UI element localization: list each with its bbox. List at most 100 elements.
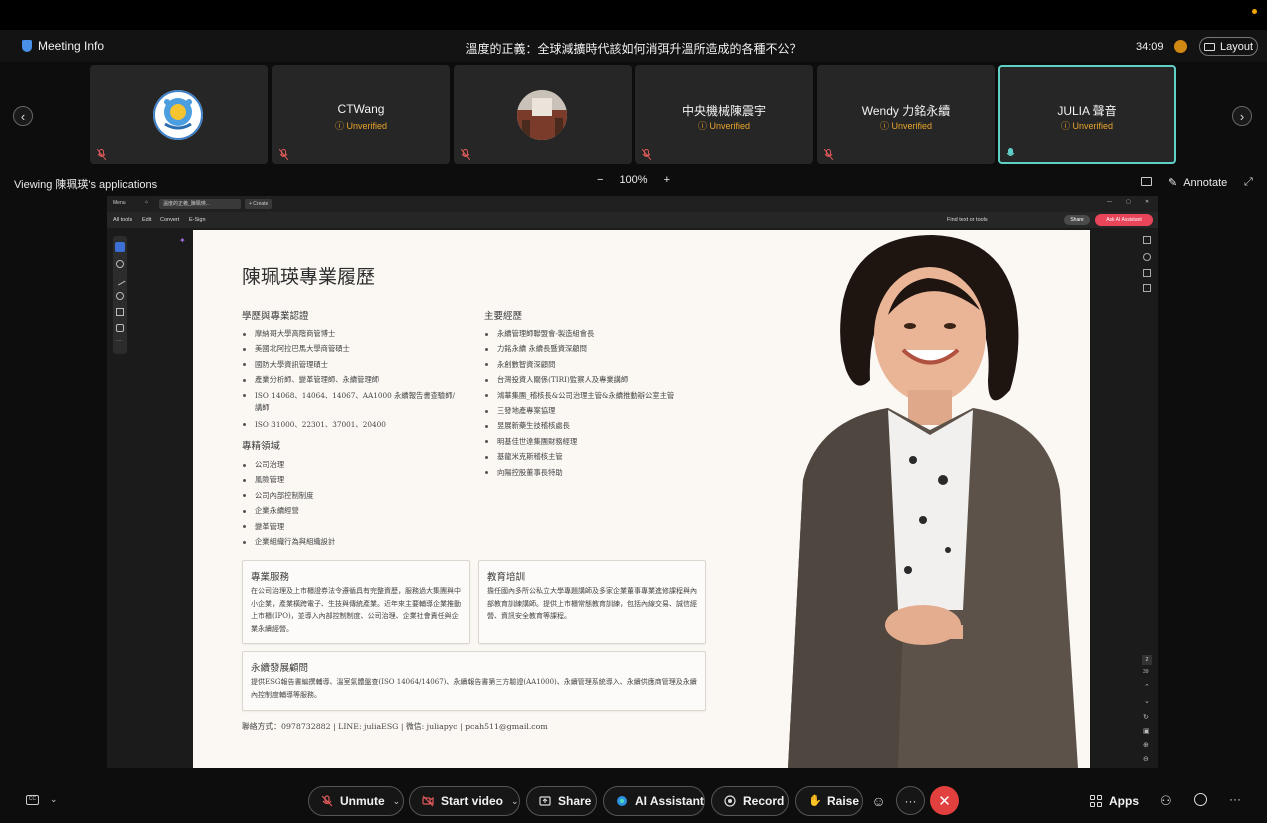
connection-status-icon[interactable] [1174,40,1187,53]
pages-panel-icon[interactable] [1143,284,1151,292]
mic-muted-icon [824,149,833,160]
list-item: 鴻華集團_稽核長&公司治理主管&永續推動辦公室主管 [484,388,714,403]
acrobat-tool-rail: ··· [113,236,127,354]
annotate-button[interactable]: ✎ Annotate [1168,176,1227,190]
create-button[interactable]: + Create [245,199,273,209]
menu-all-tools[interactable]: All tools [113,217,132,223]
more-options-button[interactable]: ··· [896,786,925,815]
home-icon[interactable]: ⌂ [145,199,148,205]
captions-chevron-icon[interactable]: ⌄ [50,794,58,805]
share-screen-icon [539,796,551,806]
menu-e-sign[interactable]: E-Sign [189,217,206,223]
window-maximize-icon[interactable]: ▢ [1126,199,1131,205]
list-item: 永創數智資深顧問 [484,357,714,372]
raise-hand-button[interactable]: ✋ Raise [795,786,863,816]
acrobat-tab-bar: Menu ⌂ 溫度的正義_陳珮瑛... + Create — ▢ ✕ [107,196,1158,212]
lasso-tool-icon[interactable] [116,292,124,300]
pen-tool-icon[interactable] [114,274,126,286]
list-item: 產業分析師、變革管理師、永續管理師 [242,372,472,387]
document-tab[interactable]: 溫度的正義_陳珮瑛... [159,199,241,209]
participant-tile[interactable] [90,65,268,164]
chevron-down-icon[interactable]: ⌄ [393,796,401,807]
participant-tile[interactable]: Wendy 力銘永續 ⓘ Unverified [817,65,995,164]
search-panel-icon[interactable] [1143,253,1151,261]
zoom-out-icon[interactable]: ⊖ [1143,755,1149,763]
page-up-icon[interactable]: ⌃ [1144,683,1150,691]
record-button[interactable]: Record [711,786,789,816]
fit-page-icon[interactable]: ▣ [1143,727,1150,735]
refresh-icon[interactable]: ↻ [1143,713,1149,721]
hand-icon: ✋ [808,795,822,807]
participant-logo-avatar [153,90,203,140]
ai-assistant-button[interactable]: AI Assistant [603,786,705,816]
ask-ai-assistant-button[interactable]: Ask AI Assistant [1095,214,1153,226]
zoom-in-button[interactable]: + [664,174,670,186]
text-tool-icon[interactable] [116,308,124,316]
page-number[interactable]: 2 [1142,655,1152,665]
zoom-out-button[interactable]: − [597,174,603,186]
reactions-icon[interactable]: ☺ [866,786,891,815]
unverified-label: Unverified [1072,121,1114,131]
education-heading: 學歷與專業認證 [242,311,309,322]
shared-screen: Menu ⌂ 溫度的正義_陳珮瑛... + Create — ▢ ✕ All t… [107,196,1158,768]
stamp-tool-icon[interactable] [116,324,124,332]
ai-assistant-label: AI Assistant [635,794,704,808]
shared-screen-options-icon[interactable] [1141,177,1152,186]
zoom-control: − 100% + [597,174,670,186]
unmute-button[interactable]: Unmute ⌄ [308,786,404,816]
list-item: 明基佳世達集團財務經理 [484,434,714,449]
participant-tile[interactable]: 中央機械陳震宇 ⓘ Unverified [635,65,813,164]
chevron-down-icon[interactable]: ⌄ [511,796,519,807]
participants-icon[interactable]: ⚇ [1160,793,1172,809]
mic-muted-icon [321,795,333,807]
overflow-menu-icon[interactable]: ··· [1229,792,1241,806]
comments-panel-icon[interactable] [1143,236,1151,244]
unverified-label: Unverified [891,121,933,131]
specialty-list: 公司治理 風險管理 公司內部控制制度 企業永續經營 變革管理 企業組織行為與組織… [242,457,472,549]
menu-edit[interactable]: Edit [142,217,151,223]
meeting-timer: 34:09 [1136,41,1164,53]
shield-icon [22,40,32,52]
participant-tile[interactable]: CTWang ⓘ Unverified [272,65,450,164]
ai-sparkle-icon[interactable]: ✦ [179,236,186,245]
chat-icon[interactable] [1194,793,1207,806]
apps-grid-icon [1090,795,1102,807]
more-tools-icon[interactable]: ··· [116,338,122,344]
acrobat-menu[interactable]: Menu [113,200,126,206]
list-item-text: ISO 14068、14064、14067、AA1000 永續報告書查驗師/ [255,390,455,400]
find-tools-field[interactable]: Find text or tools [947,217,988,223]
portrait-photo [748,230,1090,768]
participant-tile[interactable] [454,65,632,164]
captions-icon[interactable]: CC [26,795,39,805]
meeting-info-button[interactable]: Meeting Info [22,39,104,53]
acrobat-share-button[interactable]: Share [1064,215,1090,225]
mic-muted-icon [97,149,106,160]
leave-meeting-button[interactable]: ✕ [930,786,959,815]
zoom-in-icon[interactable]: ⊕ [1143,741,1149,749]
menu-convert[interactable]: Convert [160,217,179,223]
window-minimize-icon[interactable]: — [1107,199,1112,205]
next-participants-button[interactable]: › [1232,106,1252,126]
apps-label: Apps [1109,794,1139,808]
page-down-icon[interactable]: ⌄ [1144,697,1150,705]
share-button[interactable]: Share [526,786,597,816]
layout-button[interactable]: Layout [1199,37,1258,56]
education-list: 摩納哥大學高階商管博士 美國北阿拉巴馬大學商管碩士 國防大學資訊管理碩士 產業分… [242,326,472,432]
apps-button[interactable]: Apps [1090,794,1139,808]
acrobat-right-rail: 2 39 ⌃ ⌄ ↻ ▣ ⊕ ⊖ [1140,231,1154,763]
list-item: 美國北阿拉巴馬大學商管碩士 [242,341,472,356]
resume-title: 陳珮瑛專業履歷 [242,266,376,288]
meeting-title: 溫度的正義：全球減擴時代該如何消弭升溫所造成的各種不公？ [465,42,802,56]
meeting-toolbar: CC ⌄ Unmute ⌄ Start video ⌄ Share AI Ass… [0,772,1267,823]
record-label: Record [743,794,785,808]
comment-tool-icon[interactable] [116,260,124,268]
meeting-header: Meeting Info 溫度的正義：全球減擴時代該如何消弭升溫所造成的各種不公… [0,30,1267,62]
window-close-icon[interactable]: ✕ [1145,199,1149,205]
expand-icon[interactable]: ⤢ [1244,176,1253,189]
participant-tile-active-speaker[interactable]: JULIA 聲音 ⓘ Unverified [998,65,1176,164]
list-item: 風險管理 [242,472,472,487]
bookmark-panel-icon[interactable] [1143,269,1151,277]
start-video-button[interactable]: Start video ⌄ [409,786,520,816]
select-tool-icon[interactable] [115,242,125,252]
previous-participants-button[interactable]: ‹ [13,106,33,126]
